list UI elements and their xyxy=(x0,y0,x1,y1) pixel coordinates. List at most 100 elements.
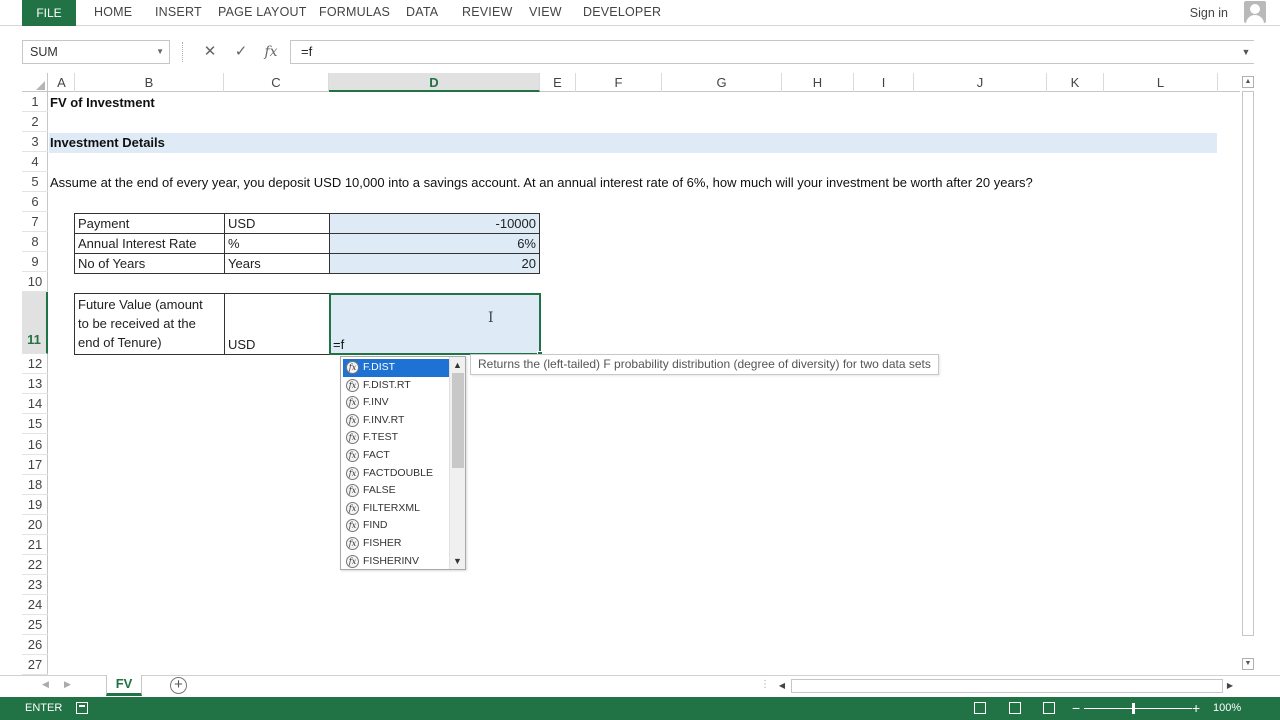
column-header-d[interactable]: D xyxy=(329,73,540,92)
section-heading[interactable]: Investment Details xyxy=(50,133,165,153)
column-header-i[interactable]: I xyxy=(854,73,914,92)
zoom-slider[interactable] xyxy=(1084,708,1192,709)
row-header[interactable]: 21 xyxy=(22,535,48,555)
sheet-title[interactable]: FV of Investment xyxy=(50,93,155,113)
tab-insert[interactable]: INSERT xyxy=(155,0,202,26)
row-header[interactable]: 22 xyxy=(22,555,48,575)
row-header-active[interactable]: 11 xyxy=(22,292,48,354)
row-header[interactable]: 12 xyxy=(22,354,48,374)
tab-splitter-icon[interactable]: ⋮ xyxy=(760,679,770,690)
row-header[interactable]: 20 xyxy=(22,515,48,535)
row-header[interactable]: 16 xyxy=(22,435,48,455)
tab-view[interactable]: VIEW xyxy=(529,0,562,26)
scroll-sheets-right-icon[interactable]: ▶ xyxy=(64,679,71,690)
row-header[interactable]: 19 xyxy=(22,495,48,515)
tab-review[interactable]: REVIEW xyxy=(462,0,513,26)
input-unit-years[interactable]: Years xyxy=(224,253,330,274)
input-unit-rate[interactable]: % xyxy=(224,233,330,254)
chevron-down-icon[interactable]: ▼ xyxy=(450,554,465,568)
active-cell-d11[interactable]: =f xyxy=(329,293,543,357)
column-header-j[interactable]: J xyxy=(914,73,1047,92)
input-value-payment[interactable]: -10000 xyxy=(329,213,540,234)
column-header-g[interactable]: G xyxy=(662,73,782,92)
row-header[interactable]: 4 xyxy=(22,152,48,172)
row-header[interactable]: 9 xyxy=(22,252,48,272)
zoom-out-icon[interactable]: − xyxy=(1072,698,1080,718)
formula-input[interactable]: =f xyxy=(290,40,1254,64)
sheet-tab-fv[interactable]: FV xyxy=(106,675,142,696)
expand-formula-bar-icon[interactable]: ▼ xyxy=(1238,40,1254,64)
row-header[interactable]: 3 xyxy=(22,132,48,152)
autocomplete-item[interactable]: fx F.TEST xyxy=(343,429,449,447)
column-header-k[interactable]: K xyxy=(1047,73,1104,92)
autocomplete-item[interactable]: fx FILTERXML xyxy=(343,500,449,518)
page-break-view-icon[interactable] xyxy=(1043,702,1055,714)
input-value-rate[interactable]: 6% xyxy=(329,233,540,254)
zoom-in-icon[interactable]: + xyxy=(1192,698,1200,718)
tab-home[interactable]: HOME xyxy=(94,0,132,26)
tab-formulas[interactable]: FORMULAS xyxy=(319,0,390,26)
scroll-up-icon[interactable]: ▲ xyxy=(1242,76,1254,88)
vertical-scroll-thumb[interactable] xyxy=(1242,91,1254,636)
row-header[interactable]: 24 xyxy=(22,595,48,615)
autocomplete-item[interactable]: fx FALSE xyxy=(343,482,449,500)
autocomplete-scroll-thumb[interactable] xyxy=(452,373,464,468)
autocomplete-item[interactable]: fx F.DIST.RT xyxy=(343,377,449,395)
row-header[interactable]: 8 xyxy=(22,232,48,252)
add-sheet-icon[interactable]: + xyxy=(170,677,187,694)
row-header[interactable]: 6 xyxy=(22,192,48,212)
autocomplete-item[interactable]: fx FISHERINV xyxy=(343,553,449,571)
scroll-right-icon[interactable]: ▶ xyxy=(1223,678,1237,694)
chevron-down-icon[interactable]: ▼ xyxy=(156,41,164,63)
autocomplete-item[interactable]: fx F.INV.RT xyxy=(343,412,449,430)
name-box[interactable]: SUM ▼ xyxy=(22,40,170,64)
input-label-payment[interactable]: Payment xyxy=(74,213,225,234)
macro-record-icon[interactable] xyxy=(76,702,88,714)
row-header[interactable]: 5 xyxy=(22,172,48,192)
column-header-h[interactable]: H xyxy=(782,73,854,92)
zoom-level[interactable]: 100% xyxy=(1213,697,1241,720)
column-header-e[interactable]: E xyxy=(540,73,576,92)
autocomplete-item-selected[interactable]: fx F.DIST xyxy=(343,359,449,377)
autocomplete-item[interactable]: fx FISHER xyxy=(343,535,449,553)
chevron-up-icon[interactable]: ▲ xyxy=(450,358,465,372)
cancel-icon[interactable]: ✕ xyxy=(197,40,223,64)
file-tab[interactable]: FILE xyxy=(22,0,76,26)
page-layout-view-icon[interactable] xyxy=(1009,702,1021,714)
horizontal-scrollbar[interactable]: ◀ ▶ xyxy=(775,678,1237,694)
row-header[interactable]: 15 xyxy=(22,414,48,434)
row-header[interactable]: 26 xyxy=(22,635,48,655)
column-header-f[interactable]: F xyxy=(576,73,662,92)
insert-function-icon[interactable]: fx xyxy=(258,40,284,64)
user-avatar-icon[interactable] xyxy=(1244,1,1266,23)
row-header[interactable]: 1 xyxy=(22,92,48,112)
column-header-c[interactable]: C xyxy=(224,73,329,92)
input-unit-payment[interactable]: USD xyxy=(224,213,330,234)
row-header[interactable]: 14 xyxy=(22,394,48,414)
sign-in-link[interactable]: Sign in xyxy=(1190,0,1228,26)
column-header-a[interactable]: A xyxy=(49,73,75,92)
result-unit[interactable]: USD xyxy=(224,293,330,355)
input-label-rate[interactable]: Annual Interest Rate xyxy=(74,233,225,254)
input-label-years[interactable]: No of Years xyxy=(74,253,225,274)
select-all-corner[interactable] xyxy=(22,73,48,92)
normal-view-icon[interactable] xyxy=(974,702,986,714)
column-header-l[interactable]: L xyxy=(1104,73,1218,92)
zoom-slider-thumb[interactable] xyxy=(1132,703,1135,714)
enter-check-icon[interactable]: ✓ xyxy=(228,40,254,64)
row-header[interactable]: 27 xyxy=(22,655,48,675)
row-header[interactable]: 10 xyxy=(22,272,48,292)
question-text[interactable]: Assume at the end of every year, you dep… xyxy=(50,173,1033,193)
vertical-scrollbar[interactable]: ▲ ▼ xyxy=(1240,73,1257,675)
function-autocomplete-list[interactable]: fx F.DIST fx F.DIST.RT fx F.INV fx F.INV.RT … xyxy=(340,356,466,570)
row-header[interactable]: 7 xyxy=(22,212,48,232)
autocomplete-item[interactable]: fx FACT xyxy=(343,447,449,465)
autocomplete-item[interactable]: fx F.INV xyxy=(343,394,449,412)
tab-data[interactable]: DATA xyxy=(406,0,438,26)
row-header[interactable]: 2 xyxy=(22,112,48,132)
result-label[interactable]: Future Value (amount to be received at t… xyxy=(74,293,225,355)
autocomplete-item[interactable]: fx FACTDOUBLE xyxy=(343,465,449,483)
row-header[interactable]: 13 xyxy=(22,374,48,394)
row-header[interactable]: 18 xyxy=(22,475,48,495)
horizontal-scroll-thumb[interactable] xyxy=(791,679,1223,693)
